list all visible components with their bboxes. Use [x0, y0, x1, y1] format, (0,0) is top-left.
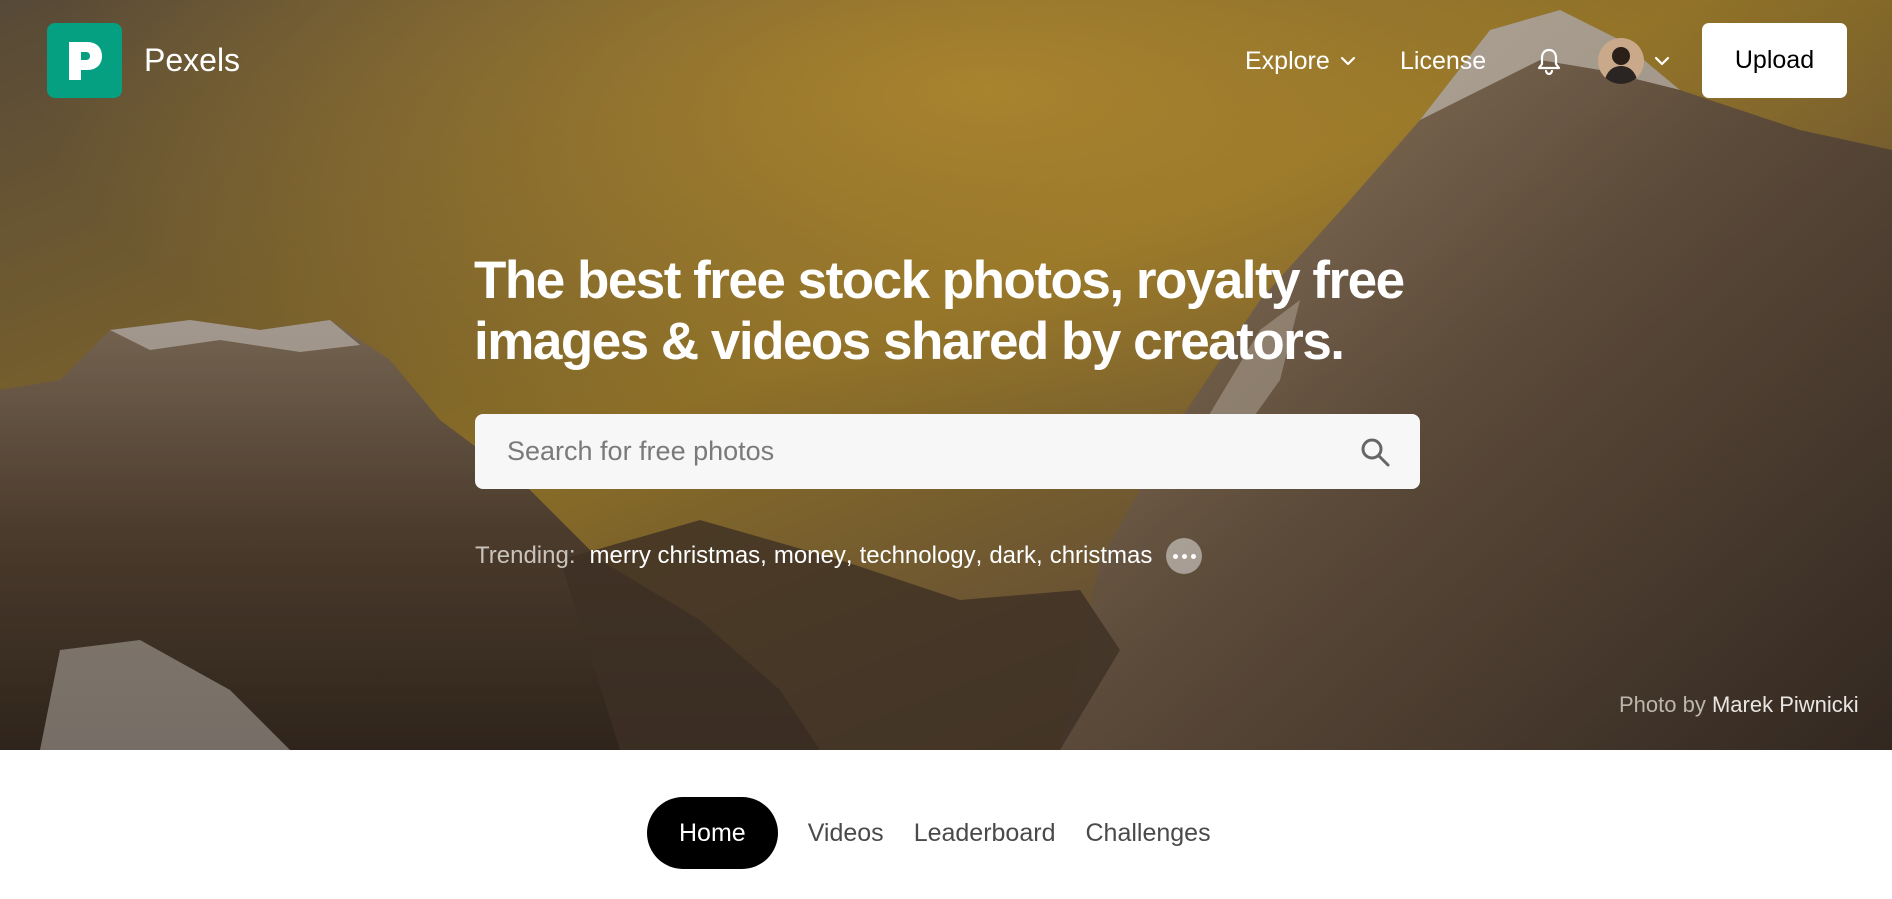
- more-dots-icon[interactable]: [1166, 538, 1203, 574]
- pexels-logo-icon[interactable]: [47, 23, 122, 98]
- user-menu[interactable]: [1598, 38, 1670, 84]
- trending-row: Trending: merry christmas, money, techno…: [475, 538, 1203, 574]
- search-bar: [475, 414, 1420, 489]
- trending-link[interactable]: money: [774, 540, 846, 572]
- headline-line-2: images & videos shared by creators.: [474, 312, 1345, 371]
- trending-label: Trending:: [475, 542, 576, 569]
- content-tabs: Home Videos Leaderboard Challenges: [647, 797, 1226, 869]
- photographer-link[interactable]: Marek Piwnicki: [1712, 692, 1859, 717]
- tab-home[interactable]: Home: [647, 797, 778, 869]
- nav-explore-menu[interactable]: Explore: [1245, 44, 1356, 78]
- photo-credit: Photo by Marek Piwnicki: [1619, 690, 1859, 720]
- tab-leaderboard[interactable]: Leaderboard: [899, 816, 1071, 850]
- nav-explore-label: Explore: [1245, 47, 1330, 75]
- chevron-down-icon: [1654, 56, 1670, 66]
- logo-mark: [68, 41, 102, 80]
- trending-separator: ,: [975, 542, 983, 569]
- trending-link[interactable]: merry christmas: [590, 540, 761, 572]
- hero-headline: The best free stock photos, royalty free…: [474, 250, 1434, 372]
- upload-button[interactable]: Upload: [1702, 23, 1847, 98]
- trending-separator: ,: [1036, 542, 1043, 569]
- trending-link[interactable]: technology: [860, 540, 976, 572]
- search-input[interactable]: [475, 414, 1358, 489]
- avatar: [1598, 38, 1644, 84]
- brand-name[interactable]: Pexels: [144, 40, 240, 80]
- trending-separator: ,: [845, 542, 853, 569]
- tab-challenges[interactable]: Challenges: [1070, 816, 1225, 850]
- chevron-down-icon: [1340, 56, 1355, 66]
- tab-videos[interactable]: Videos: [793, 816, 899, 850]
- trending-link[interactable]: christmas: [1050, 540, 1153, 572]
- hero-overlay: [0, 0, 1892, 750]
- bell-icon[interactable]: [1534, 46, 1564, 76]
- nav-license-link[interactable]: License: [1400, 44, 1486, 78]
- credit-prefix: Photo by: [1619, 692, 1706, 717]
- trending-separator: ,: [760, 542, 767, 569]
- search-icon[interactable]: [1358, 435, 1392, 469]
- trending-link[interactable]: dark: [989, 540, 1036, 572]
- hero-section: Pexels Explore License Upload The best f…: [0, 0, 1892, 750]
- headline-line-1: The best free stock photos, royalty free: [474, 251, 1405, 310]
